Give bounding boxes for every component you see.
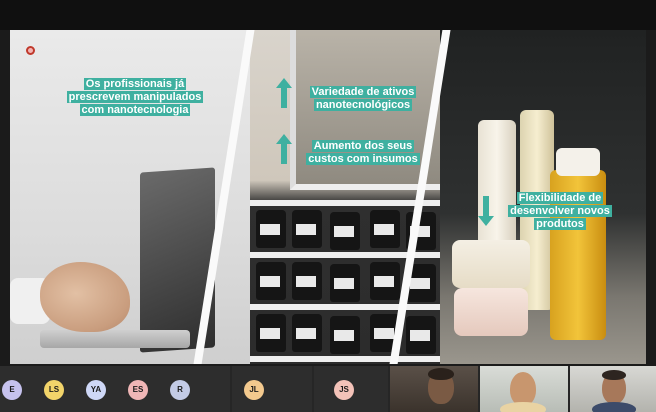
- laptop-photo: Os profissionais já prescrevem manipulad…: [10, 30, 250, 364]
- arrow-down-icon: [478, 196, 494, 226]
- caption-costs-line-1: Aumento dos seus: [311, 140, 415, 152]
- jar: [256, 210, 286, 248]
- participant-group: E LS YA ES R: [0, 366, 230, 412]
- caption-professionals-line-1: Os profissionais já: [83, 78, 187, 90]
- cream-jar: [452, 240, 530, 288]
- participant-avatar[interactable]: YA: [86, 380, 106, 400]
- jar: [370, 262, 400, 300]
- participant-video[interactable]: [480, 366, 568, 412]
- participant-initials: YA: [90, 385, 102, 394]
- caption-professionals: Os profissionais já prescrevem manipulad…: [50, 78, 220, 117]
- participant-initials: ES: [132, 385, 144, 394]
- caption-flexibility-line-1: Flexibilidade de: [516, 192, 604, 204]
- participant-avatar[interactable]: E: [2, 380, 22, 400]
- arrow-up-icon: [276, 134, 292, 164]
- jar: [406, 316, 436, 354]
- participant-initials: LS: [48, 385, 60, 394]
- participant-hair: [428, 368, 454, 380]
- caption-variety: Variedade de ativos nanotecnológicos: [298, 86, 428, 112]
- jar: [256, 262, 286, 300]
- shelf: [250, 304, 440, 310]
- participant-video[interactable]: [390, 366, 478, 412]
- arrow-up-icon: [276, 78, 292, 108]
- caption-professionals-line-3: com nanotecnologia: [79, 104, 191, 116]
- participant-tile: JS: [314, 366, 388, 412]
- jar: [370, 210, 400, 248]
- participant-shirt: [500, 402, 546, 412]
- participant-tile: JL: [232, 366, 312, 412]
- participant-strip: E LS YA ES R JL JS: [0, 366, 656, 412]
- shelf: [250, 200, 440, 206]
- participant-avatar[interactable]: JL: [244, 380, 264, 400]
- caption-variety-line-1: Variedade de ativos: [309, 86, 417, 98]
- hand: [40, 262, 130, 332]
- jar: [330, 316, 360, 354]
- participant-face: [510, 372, 536, 406]
- participant-hair: [602, 370, 626, 380]
- caption-costs: Aumento dos seus custos com insumos: [298, 140, 428, 166]
- cosmetics-photo: Flexibilidade de desenvolver novos produ…: [440, 30, 646, 364]
- caption-flexibility: Flexibilidade de desenvolver novos produ…: [500, 192, 620, 231]
- participant-initials: E: [9, 385, 15, 394]
- record-indicator-icon: [26, 46, 35, 55]
- participant-initials: JS: [339, 385, 349, 394]
- jar: [330, 212, 360, 250]
- caption-variety-line-2: nanotecnológicos: [313, 99, 413, 111]
- jar: [292, 262, 322, 300]
- jar: [256, 314, 286, 352]
- participant-avatar[interactable]: LS: [44, 380, 64, 400]
- participant-video[interactable]: [570, 366, 656, 412]
- jar: [292, 314, 322, 352]
- cream-jar: [454, 288, 528, 336]
- participant-avatar[interactable]: JS: [334, 380, 354, 400]
- caption-costs-line-2: custos com insumos: [306, 153, 420, 165]
- bottle-cap: [556, 148, 600, 176]
- participant-avatar[interactable]: ES: [128, 380, 148, 400]
- participant-initials: R: [177, 385, 183, 394]
- top-bar: [0, 0, 656, 30]
- participant-initials: JL: [249, 385, 259, 394]
- participant-avatar[interactable]: R: [170, 380, 190, 400]
- caption-flexibility-line-2: desenvolver novos: [508, 205, 612, 217]
- caption-flexibility-line-3: produtos: [534, 218, 586, 230]
- shared-slide: Os profissionais já prescrevem manipulad…: [10, 30, 646, 364]
- jar: [292, 210, 322, 248]
- jar: [330, 264, 360, 302]
- caption-professionals-line-2: prescrevem manipulados: [66, 91, 204, 103]
- participant-shirt: [592, 402, 636, 412]
- shelves-photo: Variedade de ativos nanotecnológicos Aum…: [250, 30, 440, 364]
- laptop-base: [40, 330, 190, 348]
- shelf: [250, 356, 440, 362]
